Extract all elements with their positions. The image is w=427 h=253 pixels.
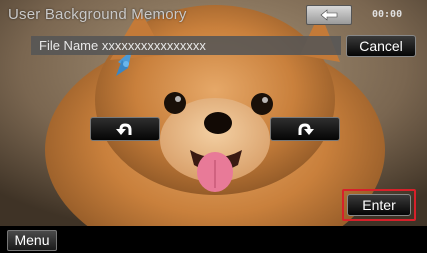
menu-button[interactable]: Menu (7, 230, 57, 251)
rotate-right-button[interactable] (270, 117, 340, 141)
rotate-left-button[interactable] (90, 117, 160, 141)
screen: User Background Memory 00:00 File Name x… (0, 0, 427, 253)
bottom-bar: Menu (0, 226, 427, 253)
clock: 00:00 (372, 9, 403, 20)
back-arrow-icon (320, 9, 338, 21)
enter-button[interactable]: Enter (347, 194, 411, 216)
rotate-left-icon (116, 123, 132, 135)
screen-title: User Background Memory (8, 6, 187, 23)
rotate-right-icon (298, 123, 314, 135)
cancel-button[interactable]: Cancel (346, 35, 416, 57)
filename-bar: File Name xxxxxxxxxxxxxxxx (31, 36, 341, 55)
filename-label: File Name xxxxxxxxxxxxxxxx (39, 38, 206, 53)
back-button[interactable] (306, 5, 352, 25)
